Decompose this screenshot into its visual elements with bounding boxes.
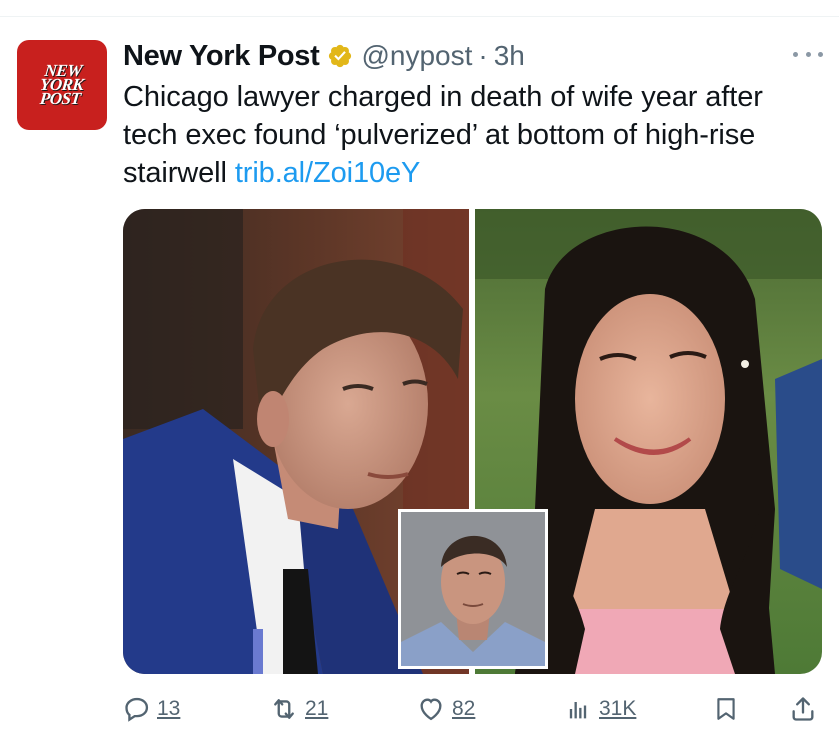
handle[interactable]: @nypost (361, 40, 472, 72)
reply-icon (125, 697, 149, 722)
bookmark-button[interactable] (713, 688, 739, 730)
views-button[interactable]: 31K (563, 688, 636, 730)
like-count: 82 (452, 697, 476, 720)
more-options-icon[interactable] (793, 44, 823, 64)
retweet-button[interactable]: 21 (269, 688, 328, 730)
tweet-text: Chicago lawyer charged in death of wife … (123, 78, 823, 192)
tweet-link[interactable]: trib.al/Zoi10eY (235, 157, 421, 189)
avatar[interactable]: NEW YORK POST (17, 40, 107, 130)
bookmark-icon (717, 698, 735, 720)
tweet-actions: 13 21 82 31K (123, 688, 823, 730)
like-button[interactable]: 82 (416, 688, 475, 730)
mugshot-man[interactable] (398, 509, 548, 669)
separator-dot: · (478, 40, 488, 71)
display-name[interactable]: New York Post (123, 40, 320, 73)
tweet-body: Chicago lawyer charged in death of wife … (123, 81, 763, 189)
retweet-icon (274, 699, 294, 719)
views-icon (569, 702, 587, 719)
heart-icon (420, 698, 442, 721)
tweet-media[interactable] (123, 209, 822, 674)
reply-count: 13 (157, 697, 181, 720)
share-icon (792, 697, 814, 721)
share-button[interactable] (789, 688, 817, 730)
tweet-header: New York Post @nypost · 3h (123, 36, 813, 76)
reply-button[interactable]: 13 (123, 688, 180, 730)
verified-badge-icon[interactable] (327, 43, 353, 69)
retweet-count: 21 (305, 697, 329, 720)
views-count: 31K (599, 697, 637, 720)
timestamp[interactable]: 3h (494, 40, 525, 72)
new-york-post-logo: NEW YORK POST (39, 61, 85, 108)
top-divider (0, 16, 839, 17)
